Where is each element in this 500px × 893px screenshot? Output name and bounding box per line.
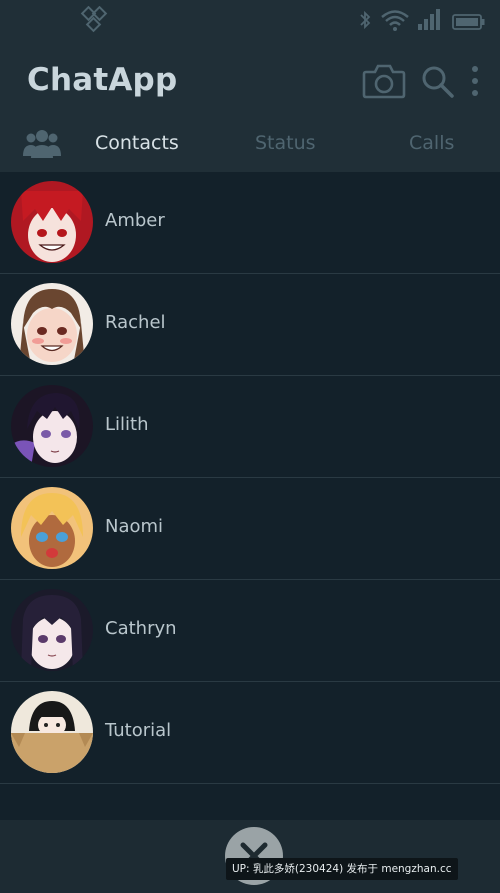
- group-icon[interactable]: [22, 126, 62, 162]
- tab-contacts[interactable]: Contacts: [95, 132, 179, 154]
- more-vert-icon[interactable]: [466, 64, 484, 100]
- wifi-icon: [381, 10, 409, 31]
- battery-icon: [452, 14, 485, 30]
- avatar: [11, 589, 93, 671]
- contact-name: Tutorial: [105, 720, 172, 741]
- credit-overlay: UP: 乳此多娇(230424) 发布于 mengzhan.cc: [226, 858, 458, 880]
- contact-name: Cathryn: [105, 618, 177, 639]
- contact-list: Amber Rachel Lilith Naomi Cathryn Tutori…: [0, 172, 500, 784]
- app-title: ChatApp: [27, 62, 178, 98]
- avatar: [11, 385, 93, 467]
- search-icon[interactable]: [420, 64, 456, 100]
- avatar: [11, 691, 93, 773]
- tab-status[interactable]: Status: [255, 132, 316, 154]
- contact-name: Rachel: [105, 312, 166, 333]
- app-header: ChatApp Contacts Status Calls: [0, 42, 500, 172]
- avatar: [11, 181, 93, 263]
- contact-row-amber[interactable]: Amber: [0, 172, 500, 274]
- app-logo-icon: [80, 6, 108, 33]
- signal-icon: [418, 9, 440, 30]
- avatar: [11, 487, 93, 569]
- contact-row-tutorial[interactable]: Tutorial: [0, 682, 500, 784]
- camera-icon[interactable]: [362, 62, 406, 100]
- status-bar: [0, 0, 500, 42]
- contact-row-lilith[interactable]: Lilith: [0, 376, 500, 478]
- contact-name: Amber: [105, 210, 165, 231]
- contact-row-naomi[interactable]: Naomi: [0, 478, 500, 580]
- contact-row-rachel[interactable]: Rachel: [0, 274, 500, 376]
- tab-calls[interactable]: Calls: [409, 132, 454, 154]
- avatar: [11, 283, 93, 365]
- contact-name: Naomi: [105, 516, 164, 537]
- contact-name: Lilith: [105, 414, 149, 435]
- bluetooth-icon: [360, 10, 371, 30]
- contact-row-cathryn[interactable]: Cathryn: [0, 580, 500, 682]
